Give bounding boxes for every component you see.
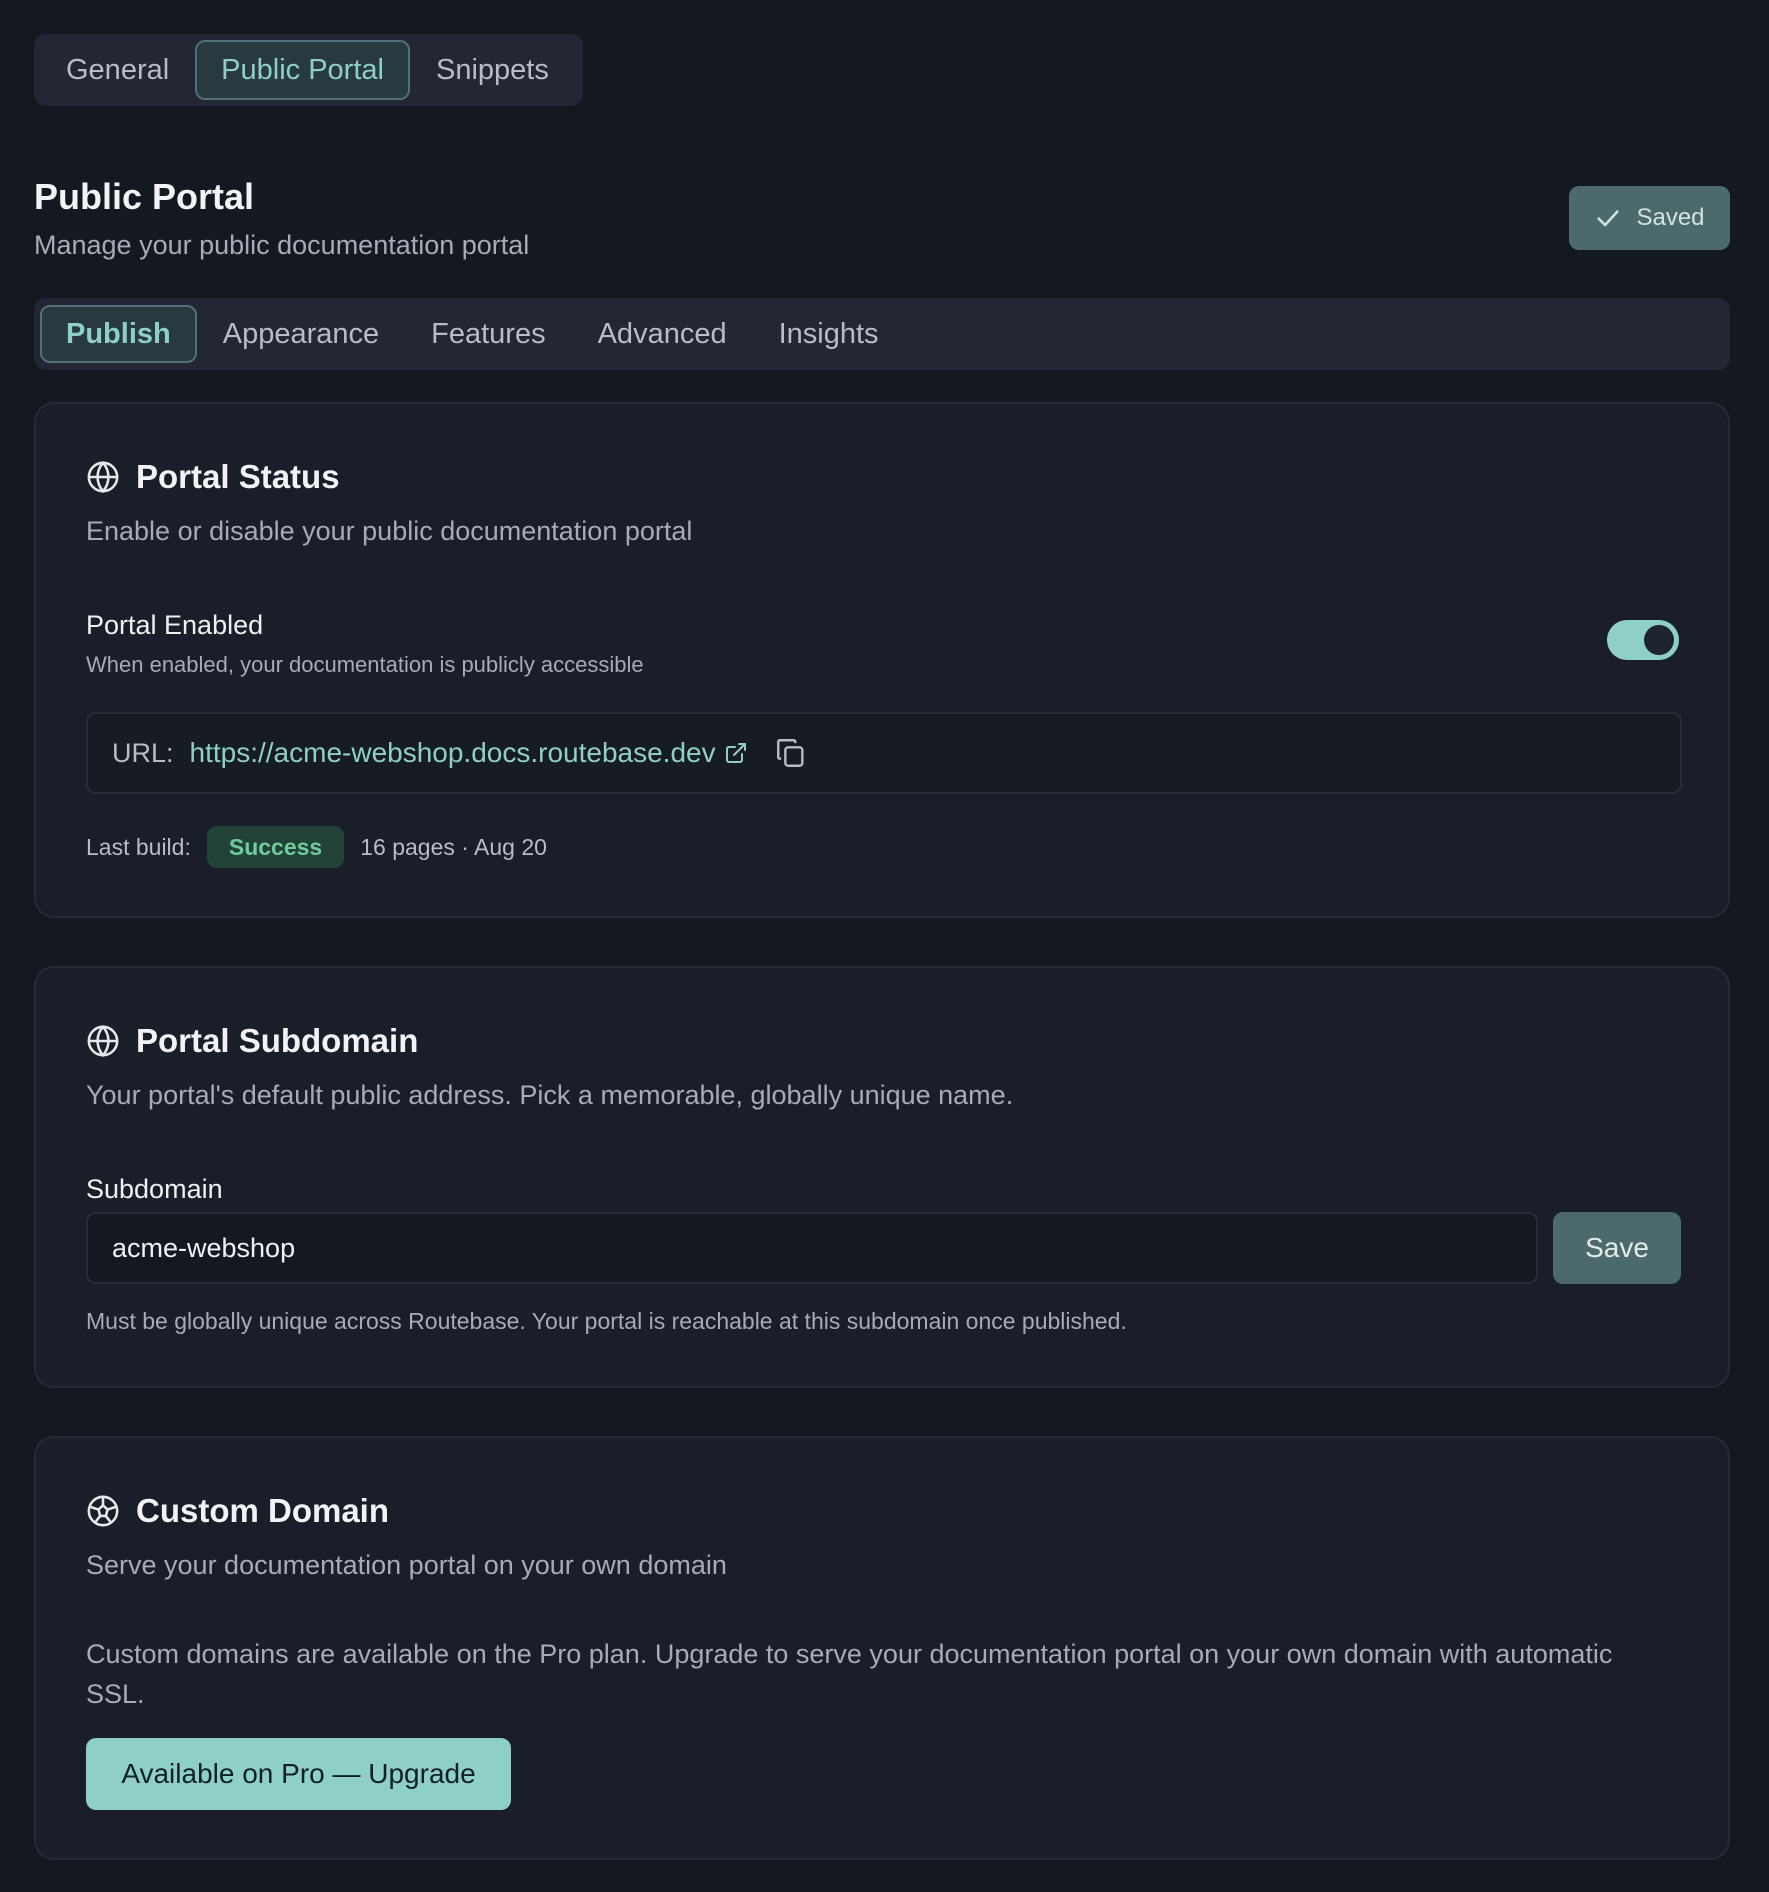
portal-enabled-description: When enabled, your documentation is publ…	[86, 652, 644, 677]
build-meta: 16 pages · Aug 20	[360, 833, 547, 860]
portal-subdomain-card: Portal Subdomain Your portal's default p…	[34, 966, 1730, 1388]
portal-status-title: Portal Status	[136, 458, 340, 495]
globe-icon	[87, 460, 119, 494]
custom-domain-description: Serve your documentation portal on your …	[86, 1550, 727, 1580]
subdomain-input[interactable]	[86, 1212, 1538, 1284]
pro-plan-notice: Custom domains are available on the Pro …	[86, 1639, 1613, 1709]
page-title: Public Portal	[34, 176, 255, 217]
custom-domain-header: Custom Domain	[86, 1492, 389, 1530]
portal-status-header: Portal Status	[86, 458, 340, 496]
portal-status-description: Enable or disable your public documentat…	[86, 516, 693, 546]
tab-snippets[interactable]: Snippets	[410, 40, 575, 100]
network-globe-icon	[87, 1495, 119, 1527]
check-icon	[1597, 210, 1620, 227]
last-build-row: Last build: Success 16 pages · Aug 20	[86, 826, 547, 868]
custom-domain-card: Custom Domain Serve your documentation p…	[34, 1436, 1730, 1860]
subdomain-help-text: Must be globally unique across Routebase…	[86, 1308, 1127, 1334]
upgrade-button[interactable]: Available on Pro — Upgrade	[86, 1738, 511, 1810]
copy-icon[interactable]	[774, 736, 808, 770]
portal-subdomain-description: Your portal's default public address. Pi…	[86, 1080, 1014, 1110]
saved-button[interactable]: Saved	[1569, 186, 1730, 250]
tab-features[interactable]: Features	[405, 305, 571, 363]
toggle-knob	[1644, 625, 1674, 655]
last-build-label: Last build:	[86, 833, 191, 860]
save-subdomain-button[interactable]: Save	[1553, 1212, 1681, 1284]
build-status-badge: Success	[206, 826, 345, 868]
tab-public-portal[interactable]: Public Portal	[195, 40, 410, 100]
portal-enabled-toggle[interactable]	[1607, 620, 1679, 660]
portal-subdomain-title: Portal Subdomain	[136, 1022, 419, 1059]
tab-appearance[interactable]: Appearance	[197, 305, 405, 363]
portal-enabled-label: Portal Enabled	[86, 610, 264, 640]
subdomain-label: Subdomain	[86, 1174, 223, 1204]
tab-publish[interactable]: Publish	[40, 305, 197, 363]
portal-subdomain-header: Portal Subdomain	[86, 1022, 418, 1060]
globe-icon	[87, 1024, 119, 1058]
custom-domain-title: Custom Domain	[136, 1492, 390, 1529]
settings-page: General Public Portal Snippets Public Po…	[0, 0, 1769, 1892]
portal-url-link[interactable]: https://acme-webshop.docs.routebase.dev	[190, 737, 716, 769]
tab-advanced[interactable]: Advanced	[572, 305, 753, 363]
portal-status-card: Portal Status Enable or disable your pub…	[34, 402, 1730, 918]
saved-label: Saved	[1636, 204, 1705, 231]
top-tab-bar: General Public Portal Snippets	[34, 34, 583, 106]
url-box: URL: https://acme-webshop.docs.routebase…	[86, 712, 1682, 794]
page-subtitle: Manage your public documentation portal	[34, 230, 530, 260]
sub-tab-bar: Publish Appearance Features Advanced Ins…	[34, 298, 1730, 370]
tab-general[interactable]: General	[40, 40, 195, 100]
tab-insights[interactable]: Insights	[753, 305, 905, 363]
external-link-icon[interactable]	[724, 741, 748, 765]
url-label: URL:	[112, 737, 174, 768]
